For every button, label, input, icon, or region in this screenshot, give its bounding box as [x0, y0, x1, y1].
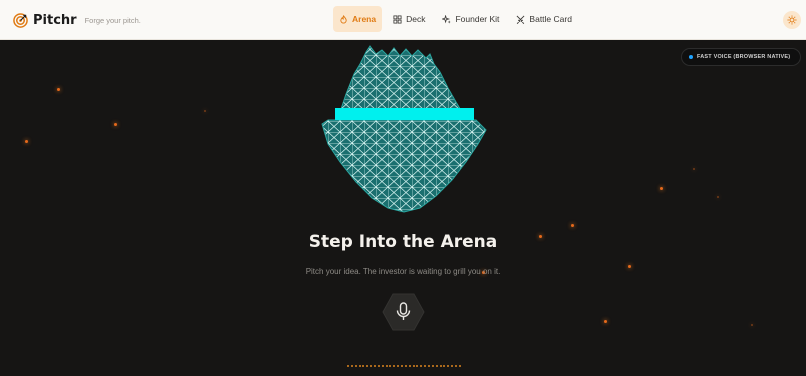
brand-tagline: Forge your pitch.	[84, 15, 141, 25]
tab-label: Arena	[352, 14, 377, 24]
ember-particle	[57, 88, 60, 91]
sun-icon	[787, 15, 797, 25]
tab-arena[interactable]: Arena	[333, 6, 383, 32]
tab-label: Battle Card	[529, 14, 572, 24]
voice-mode-badge[interactable]: FAST VOICE (BROWSER NATIVE)	[681, 48, 801, 66]
hero-title: Step Into the Arena	[308, 232, 498, 252]
tab-founder-kit[interactable]: Founder Kit	[436, 6, 505, 32]
ember-particle	[571, 224, 574, 227]
ember-particle	[693, 168, 695, 170]
ember-particle	[751, 324, 753, 326]
audio-level-indicator	[347, 365, 461, 368]
grid-icon	[393, 14, 402, 24]
top-navigation-bar: Pitchr Forge your pitch. Arena Deck Foun…	[0, 0, 806, 40]
ember-particle	[604, 320, 607, 323]
hero-subtitle: Pitch your idea. The investor is waiting…	[305, 267, 501, 276]
main-nav-tabs: Arena Deck Founder Kit Battle Card	[333, 6, 583, 32]
voice-mode-label: FAST VOICE (BROWSER NATIVE)	[697, 54, 791, 60]
theme-toggle-button[interactable]	[783, 11, 801, 29]
sparkles-icon	[442, 14, 452, 24]
flame-icon	[340, 14, 347, 23]
tab-battle-card[interactable]: Battle Card	[510, 6, 578, 32]
ember-particle	[204, 110, 206, 112]
record-pitch-button[interactable]	[382, 292, 425, 332]
brand-name: Pitchr	[33, 12, 77, 28]
tab-label: Deck	[406, 14, 426, 24]
brand[interactable]: Pitchr Forge your pitch.	[13, 11, 141, 29]
tab-label: Founder Kit	[455, 14, 500, 24]
tab-deck[interactable]: Deck	[387, 6, 431, 32]
swords-icon	[517, 15, 525, 24]
visor-bar	[335, 108, 474, 120]
ember-particle	[114, 123, 117, 126]
ember-particle	[660, 187, 663, 190]
target-icon	[13, 12, 28, 28]
microphone-icon	[382, 293, 425, 331]
ember-particle	[717, 196, 719, 198]
status-dot-icon	[689, 55, 693, 59]
ember-particle	[25, 140, 28, 143]
wireframe-investor-avatar	[321, 45, 487, 213]
